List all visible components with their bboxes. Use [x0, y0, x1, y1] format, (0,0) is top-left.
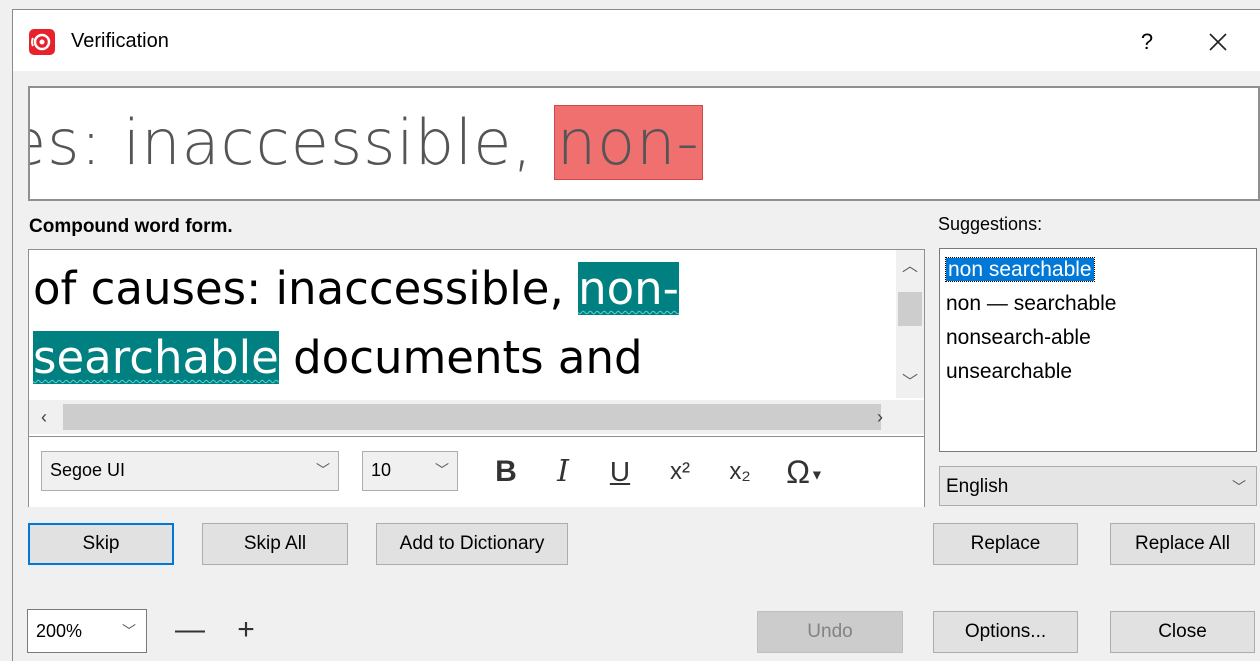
chevron-down-icon: ﹀	[435, 462, 449, 478]
error-word-part2[interactable]: searchable	[33, 331, 279, 384]
window-title: Verification	[71, 30, 169, 52]
italic-button[interactable]: I	[543, 452, 583, 492]
superscript-button[interactable]: x²	[658, 452, 702, 492]
suggestion-item[interactable]: non — searchable	[946, 287, 1256, 321]
suggestions-label: Suggestions:	[938, 214, 1043, 234]
skip-all-button[interactable]: Skip All	[202, 523, 348, 565]
editor-vertical-scrollbar[interactable]: ︿ ﹀	[896, 250, 924, 398]
error-message: Compound word form.	[29, 216, 233, 237]
preview-highlight: non-	[553, 105, 703, 180]
scroll-up-icon[interactable]: ︿	[896, 252, 924, 282]
underline-button[interactable]: U	[600, 452, 640, 492]
chevron-down-icon: ﹀	[122, 623, 136, 639]
error-word-part1[interactable]: non-	[578, 262, 679, 315]
preview-text-before: es: inaccessible,	[28, 106, 554, 179]
language-select[interactable]: English ﹀	[939, 466, 1257, 506]
scroll-down-icon[interactable]: ﹀	[896, 368, 924, 398]
image-preview: es: inaccessible, non-	[28, 86, 1260, 201]
help-button[interactable]: ?	[1125, 24, 1169, 60]
chevron-down-icon: ﹀	[1232, 479, 1246, 495]
editor-horizontal-scrollbar[interactable]: ‹ ›	[29, 400, 924, 434]
font-name-select[interactable]: Segoe UI ﹀	[41, 451, 339, 491]
zoom-value: 200%	[36, 621, 83, 641]
omega-icon: Ω	[786, 454, 811, 490]
preview-text: es: inaccessible, non-	[28, 105, 703, 180]
subscript-button[interactable]: x₂	[718, 452, 762, 492]
app-logo-icon	[29, 29, 55, 55]
suggestion-item[interactable]: unsearchable	[946, 355, 1256, 389]
font-size-select[interactable]: 10 ﹀	[362, 451, 458, 491]
editor-line1-text: of causes: inaccessible,	[33, 262, 579, 315]
zoom-in-button[interactable]: +	[228, 612, 264, 648]
options-button[interactable]: Options...	[933, 611, 1078, 653]
close-button[interactable]: Close	[1110, 611, 1255, 653]
replace-button[interactable]: Replace	[933, 523, 1078, 565]
suggestions-list[interactable]: non searchable non — searchable nonsearc…	[939, 248, 1257, 452]
language-value: English	[946, 476, 1009, 497]
insert-symbol-button[interactable]: Ω▼	[772, 452, 838, 492]
replace-all-button[interactable]: Replace All	[1110, 523, 1255, 565]
font-name-value: Segoe UI	[50, 460, 126, 480]
suggestion-item[interactable]: non searchable	[945, 253, 1256, 287]
title-bar: Verification ?	[12, 9, 1260, 71]
zoom-select[interactable]: 200% ﹀	[27, 609, 147, 653]
scroll-left-icon[interactable]: ‹	[29, 400, 59, 434]
editor-text[interactable]: of causes: inaccessible, non- searchable…	[33, 254, 893, 392]
add-to-dictionary-button[interactable]: Add to Dictionary	[376, 523, 568, 565]
close-icon[interactable]	[1193, 24, 1243, 60]
suggestion-item[interactable]: nonsearch-able	[946, 321, 1256, 355]
zoom-out-button[interactable]: —	[172, 612, 208, 648]
vertical-scroll-thumb[interactable]	[898, 292, 922, 326]
editor-line2-text: documents and	[278, 331, 643, 384]
bold-button[interactable]: B	[486, 452, 526, 492]
font-size-value: 10	[371, 460, 392, 480]
dropdown-arrow-icon: ▼	[810, 466, 824, 483]
scroll-right-icon[interactable]: ›	[865, 400, 895, 434]
chevron-down-icon: ﹀	[316, 462, 330, 478]
undo-button[interactable]: Undo	[757, 611, 903, 653]
horizontal-scroll-thumb[interactable]	[63, 404, 881, 430]
skip-button[interactable]: Skip	[28, 523, 174, 565]
